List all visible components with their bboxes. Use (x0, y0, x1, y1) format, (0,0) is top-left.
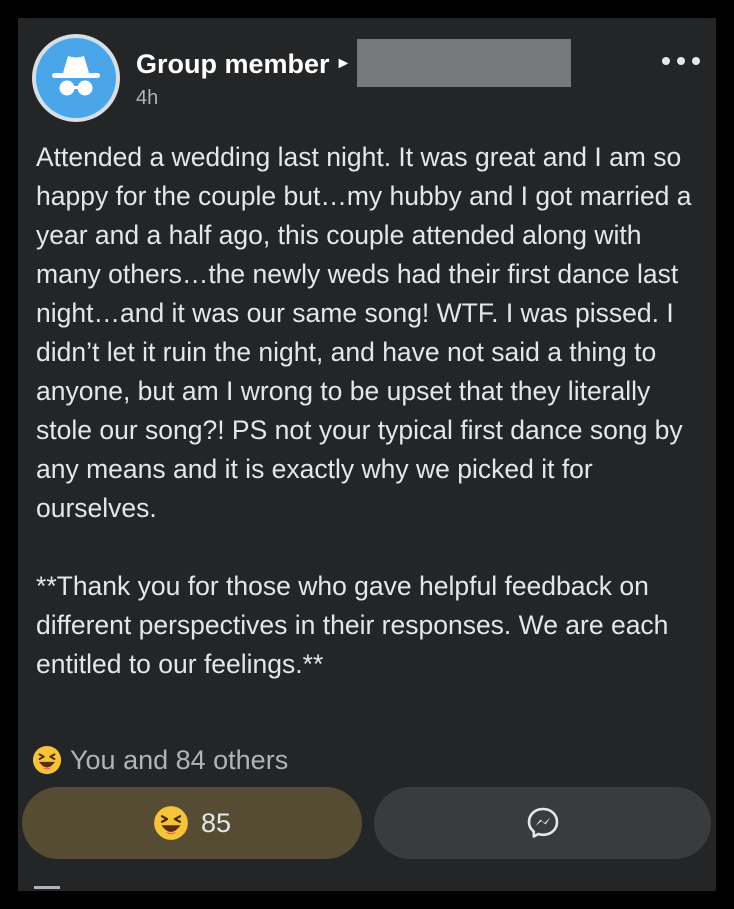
comment-preview-stub (34, 886, 60, 889)
redacted-group-name (357, 39, 572, 87)
post-card: Group member ► 4h Attended a wedding las… (18, 18, 716, 891)
more-options-icon[interactable] (662, 51, 700, 71)
post-header: Group member ► (136, 39, 572, 87)
messenger-button[interactable] (374, 787, 711, 859)
messenger-icon (527, 807, 558, 838)
reaction-summary-text: You and 84 others (70, 744, 289, 775)
arrow-icon: ► (335, 55, 352, 72)
post-body: Attended a wedding last night. It was gr… (36, 142, 692, 679)
reaction-count: 85 (200, 807, 232, 838)
laughing-face-icon (32, 745, 62, 775)
dot (692, 57, 700, 65)
post-timestamp[interactable]: 4h (136, 87, 158, 110)
dot (677, 57, 685, 65)
laughing-face-icon (154, 806, 188, 840)
reaction-summary[interactable]: You and 84 others (32, 743, 288, 777)
reaction-button[interactable]: 85 (22, 787, 362, 859)
dot (662, 57, 670, 65)
author-name[interactable]: Group member (136, 49, 330, 80)
anonymous-avatar[interactable] (32, 34, 120, 122)
avatar-background (36, 38, 116, 118)
incognito-icon (52, 56, 100, 96)
